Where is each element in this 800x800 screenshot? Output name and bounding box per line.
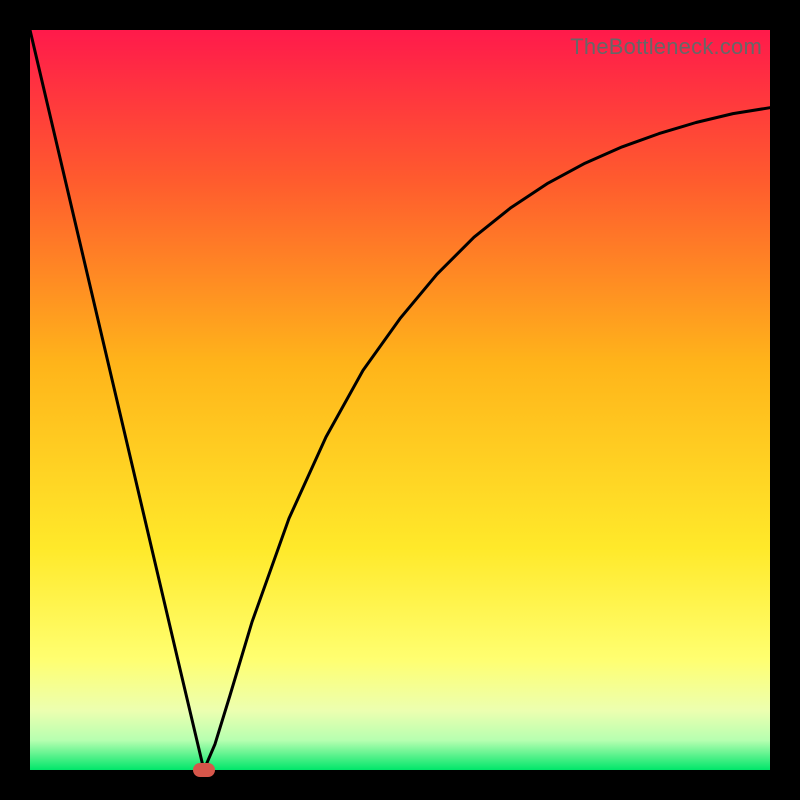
bottleneck-curve <box>30 30 770 770</box>
curve-layer <box>30 30 770 770</box>
chart-frame: TheBottleneck.com <box>30 30 770 770</box>
watermark-text: TheBottleneck.com <box>570 34 762 60</box>
optimum-marker <box>193 763 215 777</box>
